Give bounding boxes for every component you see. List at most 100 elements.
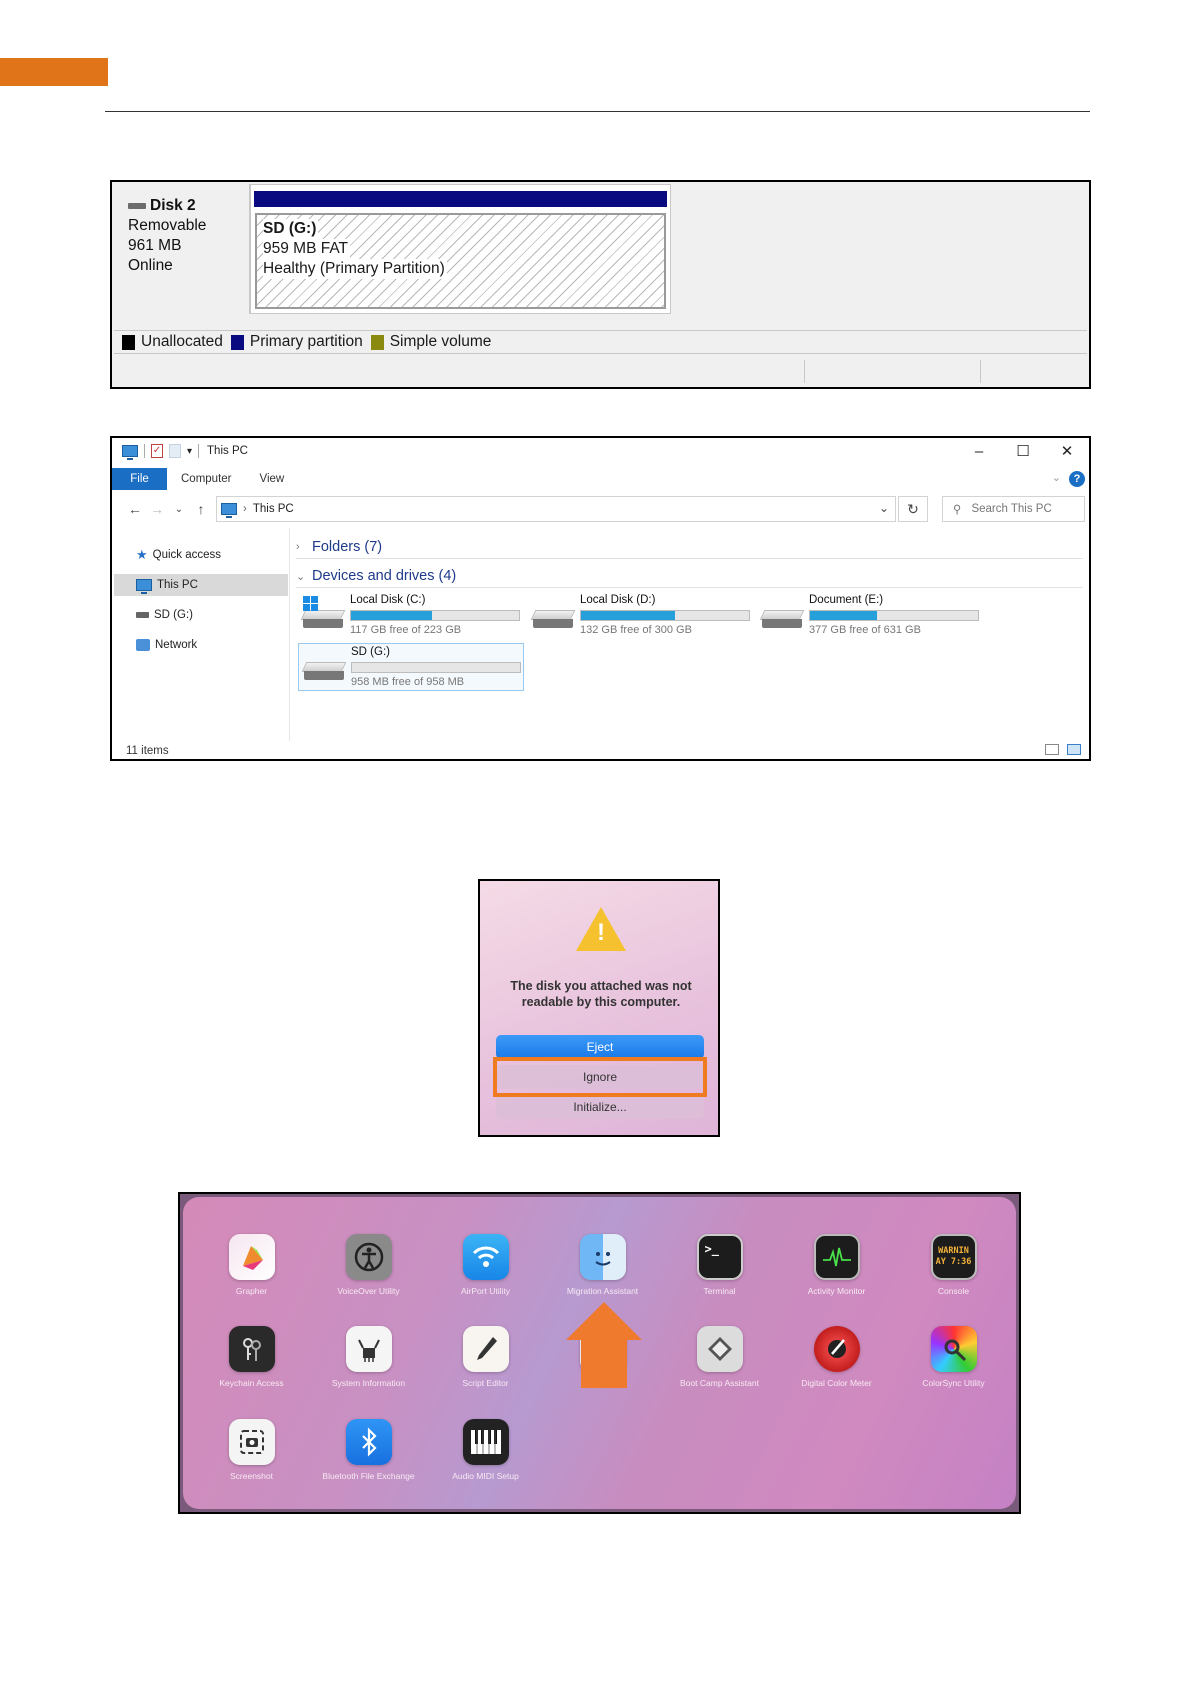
app-label: Boot Camp Assistant [680,1378,759,1388]
up-arrow-icon[interactable]: ↑ [190,501,212,517]
view-toggles [1045,744,1081,755]
sidebar-item-this-pc[interactable]: This PC [114,574,288,596]
sidebar-item-label: SD (G:) [154,609,193,621]
navigation-pane: ★ Quick access This PC SD (G:) Network [112,528,290,741]
terminal-icon: >_ [696,1234,743,1280]
maximize-icon[interactable]: ☐ [1001,438,1045,464]
system-info-icon [345,1326,392,1372]
dialog-message: The disk you attached was not readable b… [510,979,692,1009]
app-activity-monitor[interactable]: Activity Monitor [778,1234,895,1296]
recent-locations-icon[interactable]: ⌄ [168,504,190,515]
tab-view[interactable]: View [246,473,299,485]
new-folder-icon[interactable] [169,444,181,458]
tab-computer[interactable]: Computer [167,473,246,485]
address-dropdown-icon[interactable]: ⌄ [879,501,889,515]
legend-label: Unallocated [141,333,223,350]
drive-c[interactable]: Local Disk (C:) 117 GB free of 223 GB [298,592,524,640]
app-label: Console [937,1286,970,1296]
breadcrumb-chevron-icon[interactable]: › [243,503,247,515]
app-boot-camp-assistant[interactable]: Boot Camp Assistant [661,1326,778,1388]
app-label: Screenshot [230,1471,273,1481]
expand-ribbon-icon[interactable]: ⌄ [1052,471,1061,484]
large-icons-view-icon[interactable] [1067,744,1081,755]
app-migration-assistant[interactable]: Migration Assistant [544,1234,661,1296]
sidebar-item-network[interactable]: Network [114,634,288,656]
disk-name: Disk 2 [150,197,196,214]
app-grapher[interactable]: Grapher [193,1234,310,1296]
sidebar-item-sd-card[interactable]: SD (G:) [114,604,288,626]
disk-size: 961 MB [128,237,182,254]
app-bluetooth-file-exchange[interactable]: Bluetooth File Exchange [310,1419,427,1481]
sidebar-item-label: This PC [157,579,198,591]
header-rule [105,111,1090,112]
disk-type: Removable [128,217,207,234]
swatch-primary [230,334,244,350]
app-console[interactable]: WARNIN AY 7:36 Console [895,1234,1012,1296]
legend-label: Primary partition [249,333,363,350]
disk-icon [128,203,146,209]
minimize-icon[interactable]: – [957,438,1001,464]
disk-management-panel: Disk 2 Removable 961 MB Online SD (G:) 9… [110,180,1091,389]
app-voiceover-utility[interactable]: VoiceOver Utility [310,1234,427,1296]
tab-file[interactable]: File [112,468,167,490]
properties-icon[interactable]: ✓ [151,444,163,458]
partition-body[interactable]: SD (G:) 959 MB FAT Healthy (Primary Part… [255,213,666,309]
back-arrow-icon[interactable]: ← [124,501,146,517]
app-label: Grapher [235,1286,268,1296]
usage-bar [350,610,520,621]
computer-icon[interactable] [122,445,138,460]
group-devices[interactable]: ⌄ Devices and drives (4) [296,565,1083,587]
partition-block[interactable]: SD (G:) 959 MB FAT Healthy (Primary Part… [250,184,671,314]
sidebar-item-label: Network [155,639,198,651]
navigation-bar: ← → ⌄ ↑ › This PC ⌄ ↻ ⚲ Search This PC [112,494,1089,524]
orange-arrow-stem [581,1340,627,1388]
address-bar[interactable]: › This PC ⌄ [216,496,896,522]
group-folders[interactable]: › Folders (7) [296,536,1083,558]
app-airport-utility[interactable]: AirPort Utility [427,1234,544,1296]
disk-title: Disk 2 [128,196,249,216]
computer-icon [136,579,152,594]
eject-button[interactable]: Eject [496,1035,704,1059]
drive-d[interactable]: Local Disk (D:) 132 GB free of 300 GB [528,592,754,640]
usage-bar [580,610,750,621]
app-keychain-access[interactable]: Keychain Access [193,1326,310,1388]
star-icon: ★ [136,547,148,562]
ribbon-tabs: File Computer View ⌄ ? [112,468,1089,490]
app-system-information[interactable]: System Information [310,1326,427,1388]
app-screenshot[interactable]: Screenshot [193,1419,310,1481]
partition-size: 959 MB FAT [263,239,350,259]
help-icon[interactable]: ? [1069,471,1085,487]
hard-drive-icon [301,662,347,684]
app-digital-color-meter[interactable]: Digital Color Meter [778,1326,895,1388]
hard-drive-icon [759,610,805,632]
drive-name: Local Disk (C:) [350,594,426,606]
drive-g[interactable]: SD (G:) 958 MB free of 958 MB [298,643,524,691]
wifi-icon [462,1234,509,1280]
customize-dropdown-icon[interactable]: ▾ [187,446,192,457]
app-label: Migration Assistant [566,1286,639,1296]
refresh-icon[interactable]: ↻ [898,496,928,522]
close-icon[interactable]: ✕ [1045,438,1089,464]
search-input[interactable]: ⚲ Search This PC [942,496,1085,522]
app-terminal[interactable]: >_ Terminal [661,1234,778,1296]
app-script-editor[interactable]: Script Editor [427,1326,544,1388]
initialize-button[interactable]: Initialize... [496,1095,704,1119]
app-label: Terminal [703,1286,736,1296]
forward-arrow-icon[interactable]: → [146,501,168,517]
drive-name: Document (E:) [809,594,884,606]
app-colorsync-utility[interactable]: ColorSync Utility [895,1326,1012,1388]
details-view-icon[interactable] [1045,744,1059,755]
breadcrumb-this-pc[interactable]: This PC [253,503,294,515]
disk-info[interactable]: Disk 2 Removable 961 MB Online [114,184,250,314]
drive-e[interactable]: Document (E:) 377 GB free of 631 GB [757,592,983,640]
usage-bar [351,662,521,673]
partition-health: Healthy (Primary Partition) [263,259,447,279]
window-controls: – ☐ ✕ [957,438,1089,464]
app-audio-midi-setup[interactable]: Audio MIDI Setup [427,1419,544,1481]
midi-icon [462,1419,509,1465]
app-label: ColorSync Utility [922,1378,985,1388]
legend-label: Simple volume [389,333,492,350]
usage-bar [809,610,979,621]
sidebar-item-quick-access[interactable]: ★ Quick access [114,544,288,566]
swatch-simple [370,334,384,350]
